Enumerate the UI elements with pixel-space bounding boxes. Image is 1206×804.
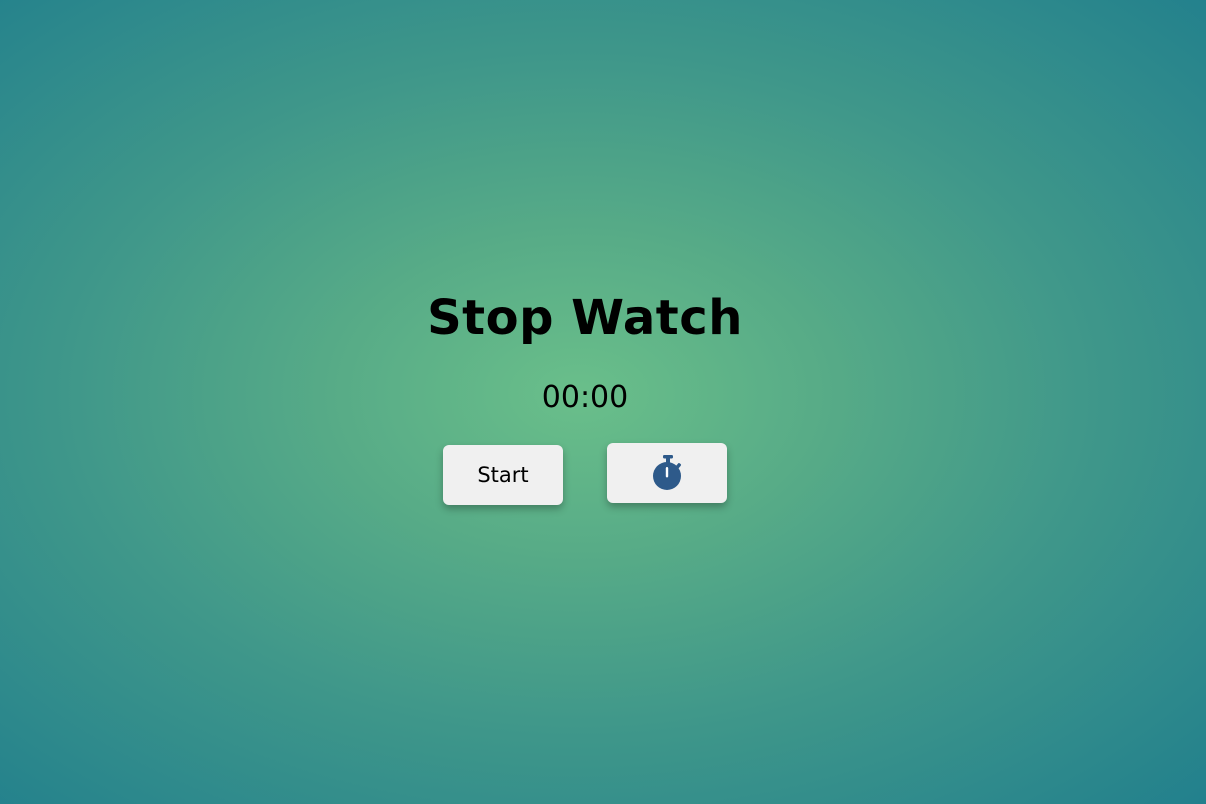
page-title: Stop Watch: [427, 290, 743, 346]
start-button[interactable]: Start: [443, 445, 563, 505]
stopwatch-icon: [650, 454, 684, 492]
stopwatch-button[interactable]: [607, 443, 727, 503]
time-display: 00:00: [541, 380, 629, 415]
